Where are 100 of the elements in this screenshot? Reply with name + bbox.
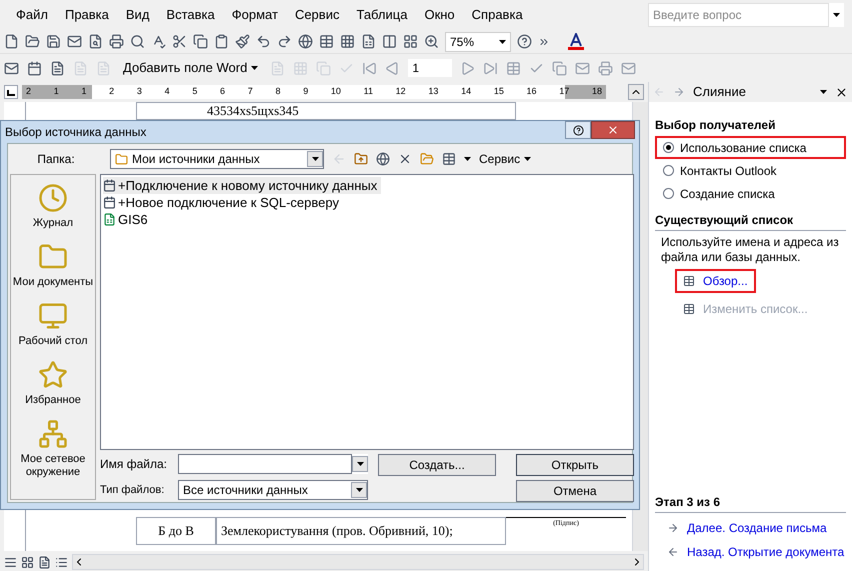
cancel-button[interactable]: Отмена	[516, 480, 634, 502]
save-icon[interactable]	[46, 34, 61, 49]
places-item[interactable]: Мои документы	[11, 242, 95, 289]
history-icon	[38, 183, 68, 213]
radio-option[interactable]: Контакты Outlook	[655, 159, 846, 182]
caret-icon	[464, 157, 471, 161]
tab-stop-icon[interactable]	[4, 85, 18, 99]
places-item[interactable]: Мое сетевое окружение	[11, 419, 95, 479]
open-folder-icon[interactable]	[25, 34, 40, 49]
menu-item[interactable]: Окно	[424, 5, 455, 25]
nav-link[interactable]: Назад. Открытие документа	[667, 543, 846, 561]
menu-item[interactable]: Вид	[126, 5, 150, 25]
folder-combo[interactable]: Мои источники данных	[110, 149, 324, 169]
caret-icon	[312, 157, 318, 161]
file-list[interactable]: +Подключение к новому источнику данных +Новое подключение к SQL-серверу GIS6	[100, 174, 634, 450]
file-search-icon[interactable]	[88, 34, 103, 49]
folder-up-icon[interactable]	[354, 152, 368, 166]
menu-item[interactable]: Файл	[16, 5, 48, 25]
views-icon[interactable]	[442, 152, 456, 166]
places-item[interactable]: Избранное	[11, 360, 95, 407]
filename-field[interactable]	[178, 454, 352, 474]
create-button[interactable]: Создать...	[378, 454, 496, 476]
spreadsheet-icon[interactable]	[361, 34, 376, 49]
menu-item[interactable]: Вставка	[166, 5, 215, 25]
spreadsheet-icon	[103, 213, 116, 226]
table-cell: Б до В	[136, 517, 216, 545]
file-item[interactable]: GIS6	[103, 211, 152, 228]
zoom-icon[interactable]	[424, 34, 439, 49]
menu-item[interactable]: Сервис	[294, 5, 340, 25]
caret-icon	[356, 488, 362, 492]
caret-icon	[499, 40, 506, 44]
folder-label: Папка:	[36, 151, 76, 168]
horizontal-scrollbar[interactable]	[72, 554, 644, 570]
nav-link[interactable]: Далее. Создание письма	[667, 519, 846, 537]
table-cell: Землекористування (пров. Обривний, 10);	[216, 517, 506, 545]
menu-item[interactable]: Правка	[64, 5, 109, 25]
places-item[interactable]: Рабочий стол	[11, 301, 95, 348]
new-document-icon[interactable]	[4, 34, 19, 49]
horizontal-ruler[interactable]: 2 1 1 2 3 4 5 6 7 8 9 10 11 12 13 14 15 16 17 18	[22, 85, 606, 99]
section-heading: Выбор получателей	[655, 117, 776, 134]
file-item[interactable]: +Подключение к новому источнику данных	[103, 177, 382, 194]
print-icon[interactable]	[109, 34, 124, 49]
delete-icon[interactable]	[398, 152, 412, 166]
web-search-icon[interactable]	[376, 152, 390, 166]
filetype-combo[interactable]: Все источники данных	[178, 480, 368, 500]
document-icon[interactable]	[50, 60, 65, 76]
record-field[interactable]: 1	[408, 59, 452, 77]
close-icon	[607, 124, 619, 136]
calendar-icon[interactable]	[27, 60, 42, 76]
globe-icon[interactable]	[298, 34, 313, 49]
filename-label: Имя файла:	[100, 456, 168, 473]
paste-icon[interactable]	[214, 34, 229, 49]
insert-field-button[interactable]: Добавить поле Word	[119, 58, 262, 78]
tools-menu[interactable]: Сервис	[479, 150, 532, 168]
mail-icon[interactable]	[4, 60, 19, 76]
help-button[interactable]	[565, 121, 591, 139]
layout-icon[interactable]	[403, 34, 418, 49]
paintbrush-icon[interactable]	[235, 34, 250, 49]
menu-item[interactable]: Справка	[472, 5, 523, 25]
web-view-icon[interactable]	[21, 556, 34, 568]
network-icon	[38, 419, 68, 449]
normal-view-icon[interactable]	[4, 556, 17, 568]
cut-icon[interactable]	[172, 34, 187, 49]
pane-title: Слияние	[693, 83, 747, 102]
close-button[interactable]	[591, 121, 635, 139]
copy-icon[interactable]	[193, 34, 208, 49]
desktop-icon	[38, 301, 68, 331]
places-item[interactable]: Журнал	[11, 183, 95, 230]
favorites-icon	[38, 360, 68, 390]
zoom-combo[interactable]: 75%	[445, 32, 511, 52]
table-icon[interactable]	[319, 34, 334, 49]
help-icon[interactable]	[517, 34, 532, 49]
grid-icon[interactable]	[340, 34, 355, 49]
font-color-icon[interactable]	[568, 32, 584, 50]
field-icon[interactable]	[270, 60, 286, 76]
outline-view-icon[interactable]	[55, 556, 68, 568]
redo-icon[interactable]	[277, 34, 292, 49]
columns-icon[interactable]	[382, 34, 397, 49]
caret-icon	[524, 157, 532, 161]
data-source-icon	[103, 179, 116, 192]
close-icon[interactable]	[835, 86, 848, 98]
print-view-icon[interactable]	[38, 556, 51, 568]
new-folder-icon[interactable]	[420, 152, 434, 166]
data-source-icon	[103, 196, 116, 209]
spellcheck-icon[interactable]	[151, 34, 166, 49]
question-field[interactable]: Введите вопрос	[648, 3, 829, 27]
right-arrow-icon	[667, 522, 679, 534]
caret-icon	[251, 66, 258, 70]
mail-icon[interactable]	[67, 34, 82, 49]
list-link[interactable]: Обзор...	[675, 269, 756, 293]
undo-icon[interactable]	[256, 34, 271, 49]
radio-option[interactable]: Создание списка	[655, 182, 846, 205]
open-button[interactable]: Открыть	[516, 454, 634, 476]
preview-icon[interactable]	[130, 34, 145, 49]
file-item[interactable]: +Новое подключение к SQL-серверу	[103, 194, 343, 211]
dialog-title: Выбор источника данных	[5, 124, 148, 141]
menu-item[interactable]: Таблица	[356, 5, 408, 25]
left-arrow-icon	[667, 546, 679, 558]
radio-option[interactable]: Использование списка	[655, 136, 846, 159]
menu-item[interactable]: Формат	[232, 5, 278, 25]
